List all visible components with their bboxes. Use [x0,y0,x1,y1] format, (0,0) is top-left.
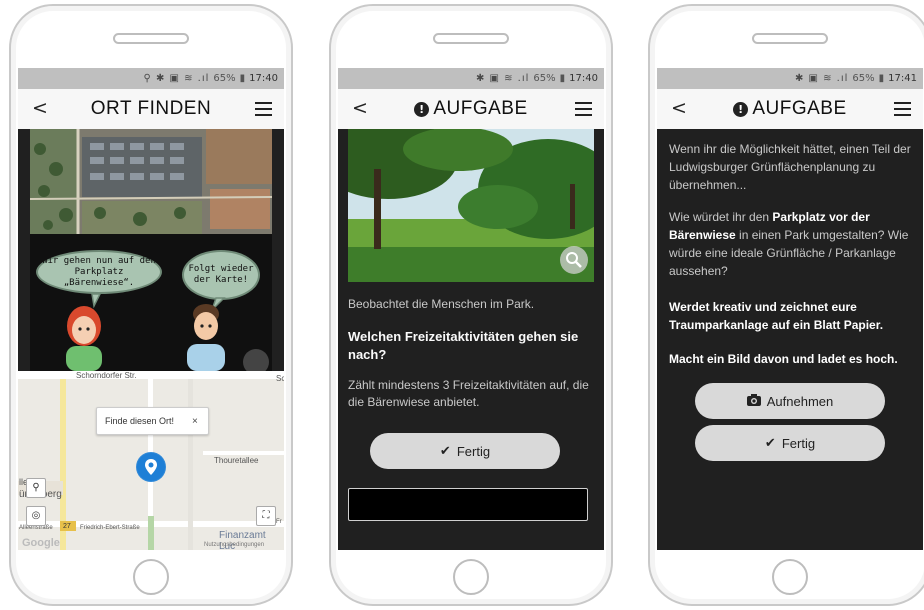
capture-button[interactable]: Aufnehmen [695,383,885,419]
phone-speaker [433,33,509,44]
status-icons: ⚲ ✱ ▣ ≋ .ıl [143,73,210,84]
speech-bubble-right: Folgt wieder der Karte! [182,250,260,300]
phone-frame-2: ✱ ▣ ≋ .ıl 65% ▮ 17:40 < ! AUFGABE Beobac… [329,4,613,606]
phone-frame-1: ⚲ ✱ ▣ ≋ .ıl 65% ▮ 17:40 < ORT FINDEN Wir… [9,4,293,606]
done-button-label: Fertig [781,435,816,451]
task-upload: Macht ein Bild davon und ladet es hoch. [669,352,898,366]
clock: 17:40 [249,73,278,84]
map-label-street: Fr [276,519,282,525]
alert-icon: ! [414,102,430,117]
home-button[interactable] [772,559,808,595]
menu-icon[interactable] [255,102,272,116]
done-button[interactable]: ✔ Fertig [370,433,560,469]
screen-ort-finden: ⚲ ✱ ▣ ≋ .ıl 65% ▮ 17:40 < ORT FINDEN Wir… [18,68,284,550]
battery-level: 65% [213,73,236,84]
page-title: ORT FINDEN [90,98,212,119]
status-bar: ✱ ▣ ≋ .ıl 65% ▮ 17:41 [657,68,923,89]
back-icon[interactable]: < [32,98,48,118]
menu-icon[interactable] [894,102,911,116]
close-icon[interactable]: × [192,416,198,427]
magnifier-icon[interactable] [560,246,588,274]
aerial-photo [29,129,273,234]
task-question: Wie würdet ihr den Parkplatz vor der Bär… [669,208,917,280]
camera-icon [746,393,761,409]
task-creative: Werdet kreativ und zeichnet eure Traumpa… [669,300,884,332]
page-title-text: AUFGABE [752,98,847,119]
map-label-street: Friedrich-Ebert-Straße [80,525,140,531]
answer-input[interactable] [348,488,588,521]
task-instruction: Zählt mindestens 3 Freizeitaktivitäten a… [348,378,589,409]
map-pin-small-icon[interactable]: ⚲ [26,478,46,498]
status-bar: ✱ ▣ ≋ .ıl 65% ▮ 17:40 [338,68,604,89]
status-icons: ✱ ▣ ≋ .ıl [794,73,849,84]
check-icon: ✔ [439,443,451,458]
speech-bubble-left: Wir gehen nun auf den Parkplatz „Bärenwi… [36,250,162,294]
back-icon[interactable]: < [671,98,687,118]
page-title: ! AUFGABE [414,98,527,120]
battery-level: 65% [533,73,556,84]
clock: 17:40 [569,73,598,84]
menu-icon[interactable] [575,102,592,116]
fullscreen-icon[interactable]: ⛶ [256,506,276,526]
map-popup-text: Finde diesen Ort! [105,416,175,426]
map-label-street: Schorndorfer Str. [76,371,137,380]
check-icon: ✔ [764,435,776,450]
park-photo [348,129,594,282]
app-bar: < ORT FINDEN [18,89,284,129]
map-terms-link[interactable]: Nutzungsbedingungen [204,542,264,548]
battery-level: 65% [852,73,875,84]
status-bar: ⚲ ✱ ▣ ≋ .ıl 65% ▮ 17:40 [18,68,284,89]
done-button-label: Fertig [456,443,491,459]
google-logo: Google [22,537,60,549]
home-button[interactable] [453,559,489,595]
phone-speaker [752,33,828,44]
screen-aufgabe-1: ✱ ▣ ≋ .ıl 65% ▮ 17:40 < ! AUFGABE Beobac… [338,68,604,550]
app-bar: < ! AUFGABE [338,89,604,129]
battery-icon: ▮ [239,73,246,84]
back-icon[interactable]: < [352,98,368,118]
battery-icon: ▮ [878,73,885,84]
phone-speaker [113,33,189,44]
locate-icon[interactable]: ◎ [26,506,46,526]
alert-icon: ! [733,102,749,117]
map-pin-icon[interactable] [137,453,165,481]
task-question-part: Wie würdet ihr den [669,210,773,224]
page-title-text: AUFGABE [433,98,528,119]
comic-panel: Wir gehen nun auf den Parkplatz „Bärenwi… [30,234,272,371]
phone-frame-3: ✱ ▣ ≋ .ıl 65% ▮ 17:41 < ! AUFGABE Wenn ih… [648,4,924,606]
map-label-street: Thouretallee [214,456,259,465]
map-view[interactable]: Schorndorfer Str. Sc Finde diesen Ort! ×… [18,371,284,550]
screen-aufgabe-2: ✱ ▣ ≋ .ıl 65% ▮ 17:41 < ! AUFGABE Wenn ih… [657,68,923,550]
clock: 17:41 [888,73,917,84]
route-badge: 27 [63,523,71,530]
task-question: Welchen Freizeitaktivitäten gehen sie na… [348,329,579,362]
task-observe-text: Beobachtet die Menschen im Park. [348,297,535,311]
page-title: ! AUFGABE [733,98,846,120]
capture-button-label: Aufnehmen [766,393,834,409]
status-icons: ✱ ▣ ≋ .ıl [475,73,530,84]
map-label-street-right: Sc [276,374,284,383]
done-button[interactable]: ✔ Fertig [695,425,885,461]
task-intro: Wenn ihr die Möglichkeit hättet, einen T… [669,142,911,192]
home-button[interactable] [133,559,169,595]
app-bar: < ! AUFGABE [657,89,923,129]
map-info-popup[interactable]: Finde diesen Ort! × [96,407,209,435]
battery-icon: ▮ [559,73,566,84]
